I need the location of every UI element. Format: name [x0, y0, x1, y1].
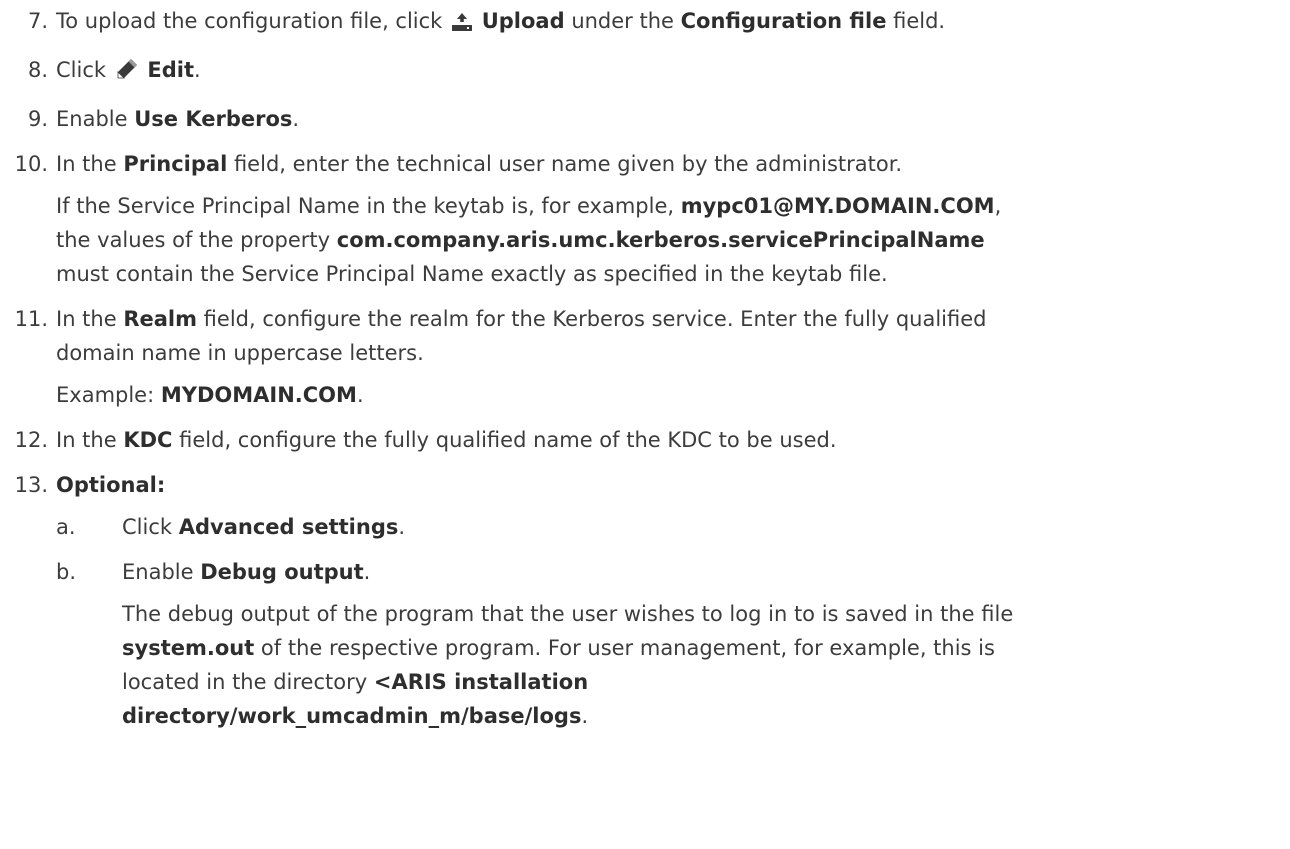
step-10-text: In the Principal field, enter the techni…: [56, 152, 903, 176]
substep-a: a. Click Advanced settings.: [56, 510, 1290, 544]
spn-example: mypc01@MY.DOMAIN.COM: [680, 194, 995, 218]
substep-letter: a.: [56, 515, 76, 539]
edit-label: Edit: [147, 58, 195, 82]
step-7: 7. To upload the configuration file, cli…: [0, 4, 1290, 42]
substep-b-text: Enable Debug output.: [122, 560, 371, 584]
system-out-file: system.out: [122, 636, 255, 660]
upload-label: Upload: [481, 9, 565, 33]
step-number: 12.: [14, 428, 48, 452]
step-8: 8. Click Edit.: [0, 53, 1290, 91]
step-11: 11. In the Realm field, configure the re…: [0, 302, 1290, 412]
upload-icon: [451, 8, 473, 42]
step-number: 7.: [27, 9, 48, 33]
step-9: 9. Enable Use Kerberos.: [0, 102, 1290, 136]
property-name: com.company.aris.umc.kerberos.servicePri…: [336, 228, 985, 252]
document-body: 7. To upload the configuration file, cli…: [0, 4, 1290, 744]
step-13: 13. Optional: a. Click Advanced settings…: [0, 468, 1290, 733]
step-number: 10.: [14, 152, 48, 176]
principal-label: Principal: [123, 152, 228, 176]
step-7-text: To upload the configuration file, click …: [56, 4, 1290, 42]
substep-b-note: The debug output of the program that the…: [122, 602, 1014, 728]
substep-a-text: Click Advanced settings.: [122, 515, 406, 539]
step-10: 10. In the Principal field, enter the te…: [0, 147, 1290, 291]
step-number: 8.: [27, 58, 48, 82]
step-11-example: Example: MYDOMAIN.COM.: [56, 383, 364, 407]
step-12: 12. In the KDC field, configure the full…: [0, 423, 1290, 457]
step-number: 13.: [14, 473, 48, 497]
advanced-settings-label: Advanced settings: [178, 515, 399, 539]
step-12-text: In the KDC field, configure the fully qu…: [56, 428, 837, 452]
step-9-text: Enable Use Kerberos.: [56, 107, 300, 131]
configuration-file-label: Configuration file: [680, 9, 887, 33]
substep-letter: b.: [56, 560, 77, 584]
pencil-icon: [115, 57, 139, 91]
step-number: 9.: [27, 107, 48, 131]
step-8-text: Click Edit.: [56, 53, 1290, 91]
install-dir-part2: directory/work_umcadmin_m/base/logs: [122, 704, 582, 728]
use-kerberos-label: Use Kerberos: [134, 107, 293, 131]
substep-b: b. Enable Debug output. The debug output…: [56, 555, 1290, 733]
debug-output-label: Debug output: [200, 560, 364, 584]
optional-label: Optional:: [56, 473, 166, 497]
install-dir-part1: <ARIS installation: [373, 670, 589, 694]
step-number: 11.: [14, 307, 48, 331]
substep-list: a. Click Advanced settings. b. Enable De…: [56, 510, 1290, 733]
step-13-text: Optional:: [56, 468, 1290, 502]
realm-example: MYDOMAIN.COM: [160, 383, 357, 407]
step-10-note: If the Service Principal Name in the key…: [56, 194, 1002, 286]
kdc-label: KDC: [123, 428, 173, 452]
step-11-text: In the Realm field, configure the realm …: [56, 307, 987, 365]
realm-label: Realm: [123, 307, 197, 331]
